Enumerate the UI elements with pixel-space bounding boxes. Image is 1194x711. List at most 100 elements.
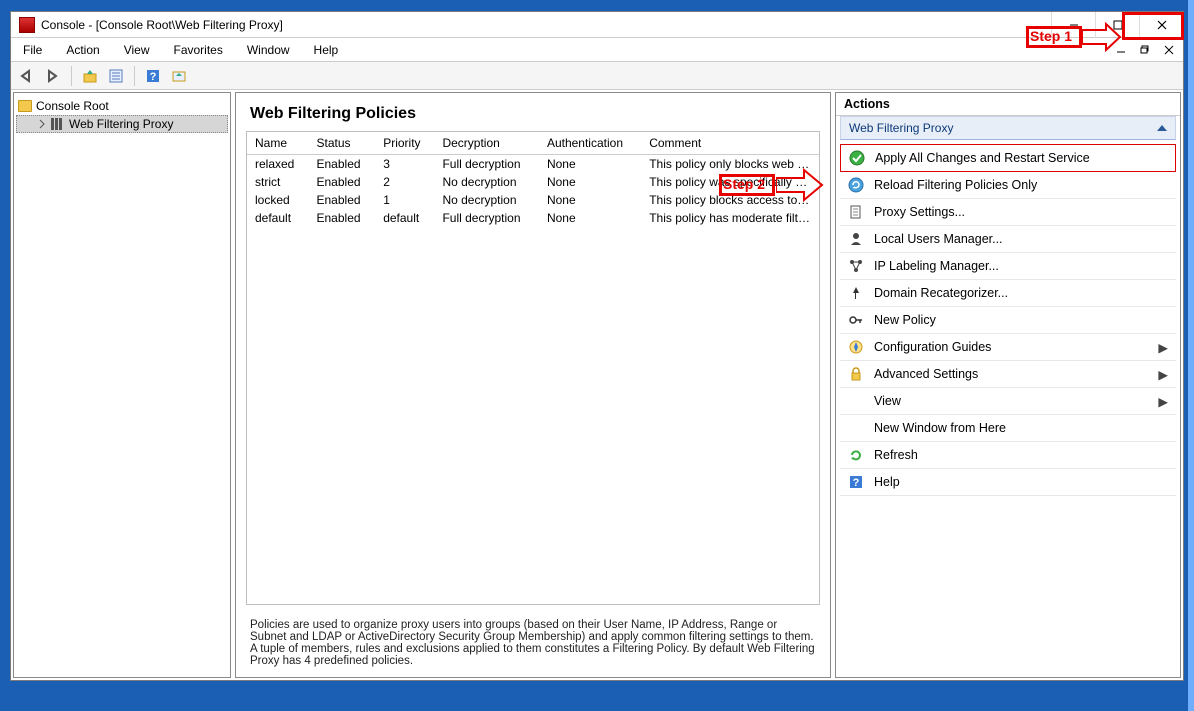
tree-child-label: Web Filtering Proxy	[69, 117, 173, 131]
action-label: Refresh	[874, 448, 1168, 462]
lock-icon	[848, 366, 864, 382]
col-comment[interactable]: Comment	[641, 132, 819, 155]
action-configuration-guides[interactable]: Configuration Guides ▶	[840, 334, 1176, 361]
help-toolbar-button[interactable]: ?	[141, 64, 165, 88]
folder-icon	[18, 100, 32, 112]
menu-favorites[interactable]: Favorites	[170, 41, 227, 59]
body-panels: Console Root Web Filtering Proxy Web Fil…	[11, 90, 1183, 680]
action-new-window[interactable]: New Window from Here	[840, 415, 1176, 442]
cell: Enabled	[309, 209, 376, 227]
action-label: View	[874, 394, 1148, 408]
action-ip-labeling[interactable]: IP Labeling Manager...	[840, 253, 1176, 280]
cell: Enabled	[309, 191, 376, 209]
window-title: Console - [Console Root\Web Filtering Pr…	[41, 18, 283, 32]
action-domain-recategorizer[interactable]: Domain Recategorizer...	[840, 280, 1176, 307]
cell: None	[539, 173, 641, 191]
network-icon	[848, 258, 864, 274]
user-icon	[848, 231, 864, 247]
cell: No decryption	[434, 173, 538, 191]
cell: Enabled	[309, 173, 376, 191]
action-refresh[interactable]: Refresh	[840, 442, 1176, 469]
svg-text:?: ?	[150, 71, 157, 83]
toolbar: ?	[11, 62, 1183, 90]
action-local-users[interactable]: Local Users Manager...	[840, 226, 1176, 253]
col-status[interactable]: Status	[309, 132, 376, 155]
action-label: IP Labeling Manager...	[874, 259, 1168, 273]
action-label: Apply All Changes and Restart Service	[875, 151, 1167, 165]
cell: Full decryption	[434, 209, 538, 227]
mdi-restore-button[interactable]	[1135, 42, 1155, 58]
desktop-scrollbar[interactable]	[1188, 0, 1194, 711]
nav-forward-button[interactable]	[41, 64, 65, 88]
action-label: Reload Filtering Policies Only	[874, 178, 1168, 192]
mdi-controls	[1111, 38, 1179, 62]
action-proxy-settings[interactable]: Proxy Settings...	[840, 199, 1176, 226]
cell: relaxed	[247, 155, 309, 174]
action-new-policy[interactable]: New Policy	[840, 307, 1176, 334]
action-label: Proxy Settings...	[874, 205, 1168, 219]
collapse-icon	[1157, 125, 1167, 131]
tree-pane: Console Root Web Filtering Proxy	[13, 92, 231, 678]
cell: This policy has moderate filte...	[641, 209, 819, 227]
col-decryption[interactable]: Decryption	[434, 132, 538, 155]
nav-back-button[interactable]	[15, 64, 39, 88]
tree-root-label: Console Root	[36, 99, 109, 113]
col-authentication[interactable]: Authentication	[539, 132, 641, 155]
blank-icon	[848, 393, 864, 409]
tree-root-console[interactable]: Console Root	[16, 97, 228, 115]
table-header-row: Name Status Priority Decryption Authenti…	[247, 132, 819, 155]
maximize-button[interactable]	[1095, 12, 1139, 38]
col-name[interactable]: Name	[247, 132, 309, 155]
app-icon	[19, 17, 35, 33]
action-label: Advanced Settings	[874, 367, 1148, 381]
title-bar: Console - [Console Root\Web Filtering Pr…	[11, 12, 1183, 38]
table-row[interactable]: locked Enabled 1 No decryption None This…	[247, 191, 819, 209]
menu-help[interactable]: Help	[310, 41, 343, 59]
menu-file[interactable]: File	[19, 41, 46, 59]
close-button[interactable]	[1139, 12, 1183, 38]
mdi-close-button[interactable]	[1159, 42, 1179, 58]
toolbar-separator	[71, 66, 72, 86]
refresh-icon	[848, 447, 864, 463]
expand-icon[interactable]	[37, 119, 47, 129]
mdi-minimize-button[interactable]	[1111, 42, 1131, 58]
chevron-right-icon: ▶	[1158, 367, 1168, 382]
tree-item-web-filtering-proxy[interactable]: Web Filtering Proxy	[16, 115, 228, 133]
cell: No decryption	[434, 191, 538, 209]
policies-description: Policies are used to organize proxy user…	[236, 613, 830, 677]
table-row[interactable]: default Enabled default Full decryption …	[247, 209, 819, 227]
menu-action[interactable]: Action	[62, 41, 103, 59]
action-view[interactable]: View ▶	[840, 388, 1176, 415]
action-help[interactable]: ? Help	[840, 469, 1176, 496]
properties-button[interactable]	[104, 64, 128, 88]
view-toolbar-button[interactable]	[167, 64, 191, 88]
action-label: Domain Recategorizer...	[874, 286, 1168, 300]
action-apply-all-changes[interactable]: Apply All Changes and Restart Service	[840, 144, 1176, 172]
cell: Full decryption	[434, 155, 538, 174]
cell: None	[539, 209, 641, 227]
svg-text:?: ?	[853, 477, 860, 489]
action-advanced-settings[interactable]: Advanced Settings ▶	[840, 361, 1176, 388]
document-icon	[848, 204, 864, 220]
menu-bar: File Action View Favorites Window Help	[11, 38, 1183, 62]
cell: default	[375, 209, 434, 227]
cell: None	[539, 191, 641, 209]
up-folder-button[interactable]	[78, 64, 102, 88]
actions-group-label: Web Filtering Proxy	[849, 121, 953, 135]
cell: Enabled	[309, 155, 376, 174]
key-icon	[848, 312, 864, 328]
col-priority[interactable]: Priority	[375, 132, 434, 155]
table-row[interactable]: relaxed Enabled 3 Full decryption None T…	[247, 155, 819, 174]
menu-window[interactable]: Window	[243, 41, 294, 59]
annotation-step1-label: Step 1	[1030, 28, 1072, 44]
actions-group-header[interactable]: Web Filtering Proxy	[840, 116, 1176, 140]
cell: strict	[247, 173, 309, 191]
menu-view[interactable]: View	[120, 41, 154, 59]
check-circle-icon	[849, 150, 865, 166]
console-window: Console - [Console Root\Web Filtering Pr…	[10, 11, 1184, 681]
proxy-icon	[51, 118, 65, 130]
action-label: Configuration Guides	[874, 340, 1148, 354]
cell: locked	[247, 191, 309, 209]
cell: 1	[375, 191, 434, 209]
action-reload-policies[interactable]: Reload Filtering Policies Only	[840, 172, 1176, 199]
